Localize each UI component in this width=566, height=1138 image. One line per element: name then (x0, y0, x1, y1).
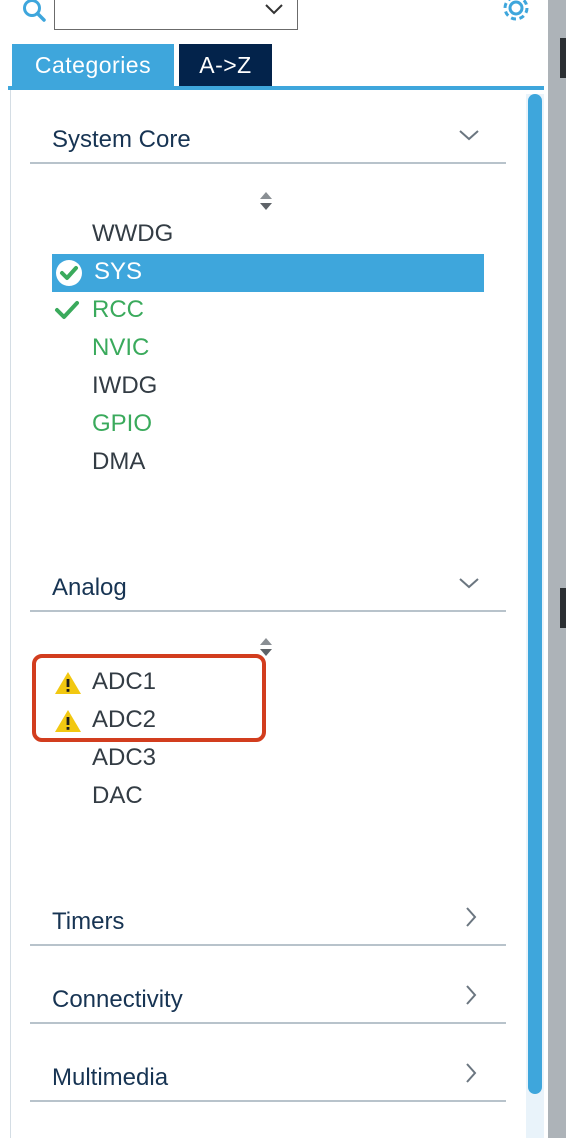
search-icon[interactable] (22, 0, 48, 24)
section-title-multimedia[interactable]: Multimedia (52, 1064, 168, 1092)
section-divider (30, 1100, 506, 1102)
chevron-right-icon[interactable] (458, 982, 484, 1008)
chevron-right-icon[interactable] (458, 1060, 484, 1086)
section-title-system-core[interactable]: System Core (52, 126, 191, 154)
list-item-dma[interactable]: DMA (92, 444, 145, 480)
chevron-down-icon[interactable] (456, 570, 482, 596)
chevron-right-icon[interactable] (458, 904, 484, 930)
section-title-timers[interactable]: Timers (52, 908, 124, 936)
list-item-adc3[interactable]: ADC3 (92, 740, 156, 776)
categories-panel (10, 90, 544, 1138)
edge-marker (560, 38, 566, 78)
tab-categories[interactable]: Categories (12, 44, 174, 86)
check-icon (55, 301, 79, 319)
scrollbar-thumb[interactable] (528, 94, 542, 1094)
tab-a-to-z[interactable]: A->Z (179, 44, 272, 86)
gear-icon[interactable] (498, 0, 534, 26)
section-divider (30, 610, 506, 612)
section-divider (30, 1022, 506, 1024)
list-item-dac[interactable]: DAC (92, 778, 143, 814)
list-item-gpio[interactable]: GPIO (92, 406, 152, 442)
list-item-nvic[interactable]: NVIC (92, 330, 149, 366)
list-item-iwdg[interactable]: IWDG (92, 368, 157, 404)
sort-icon[interactable] (257, 190, 275, 212)
section-divider (30, 162, 506, 164)
chevron-down-icon[interactable] (456, 122, 482, 148)
window-edge (548, 0, 566, 1138)
annotation-highlight-box (32, 654, 266, 742)
list-item-rcc[interactable]: RCC (92, 292, 144, 328)
section-title-analog[interactable]: Analog (52, 574, 127, 602)
chevron-down-icon[interactable] (262, 0, 286, 18)
list-item-sys[interactable]: SYS (94, 254, 142, 290)
edge-marker (560, 588, 566, 628)
section-title-connectivity[interactable]: Connectivity (52, 986, 183, 1014)
section-divider (30, 944, 506, 946)
check-circle-icon (56, 260, 82, 286)
list-item-wwdg[interactable]: WWDG (92, 216, 173, 252)
